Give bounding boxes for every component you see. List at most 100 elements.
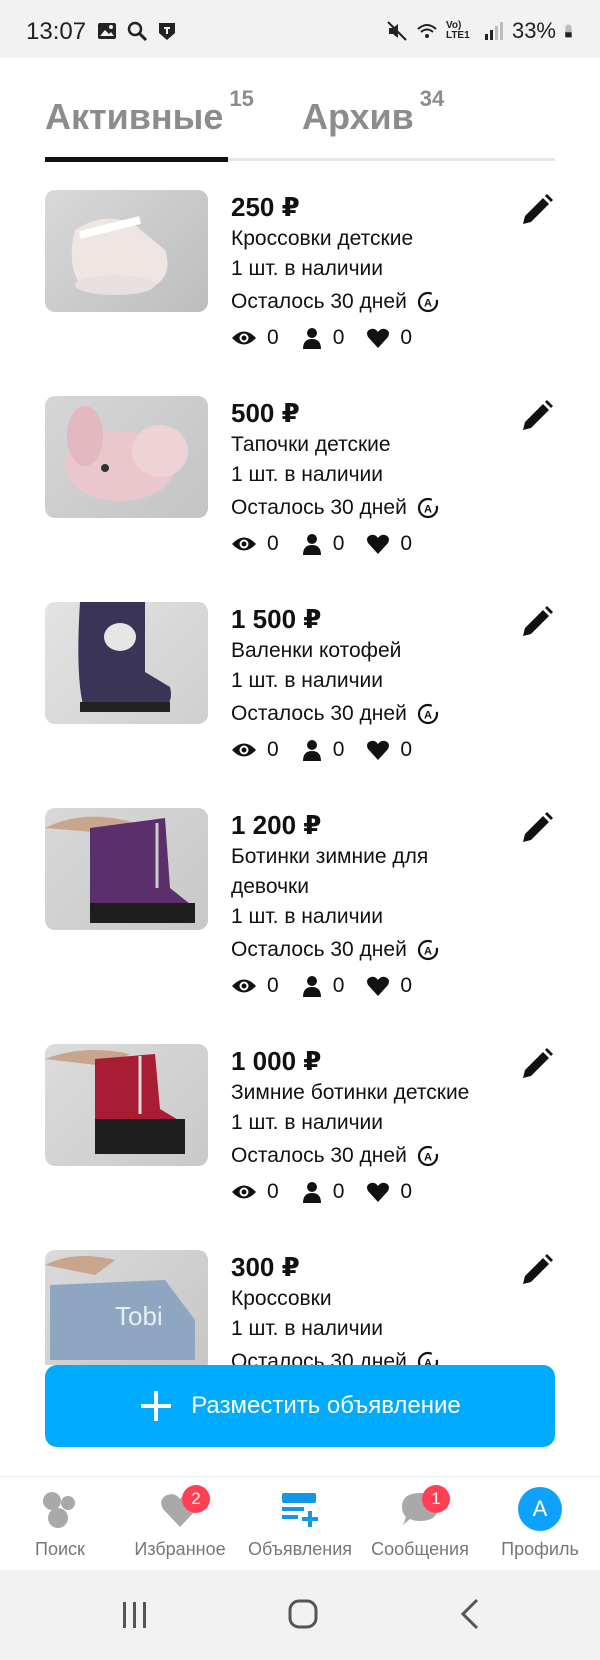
bottom-nav: Поиск 2 Избранное Объявления 1 Сообщения…: [0, 1476, 600, 1570]
listing-stats: 0 0 0: [231, 326, 511, 350]
post-listing-label: Разместить объявление: [191, 1392, 461, 1419]
views-count: 0: [267, 974, 279, 997]
contacts-count: 0: [332, 326, 345, 349]
listing-title[interactable]: Кроссовки: [231, 1284, 511, 1314]
listing-title[interactable]: Кроссовки детские: [231, 224, 511, 254]
svg-text:A: A: [424, 1152, 432, 1164]
autorenew-icon: A: [417, 497, 438, 519]
svg-text:Tobi: Tobi: [115, 1301, 163, 1331]
listings-add-icon: [282, 1493, 318, 1527]
listing-remaining: Осталось 30 дней A: [231, 1138, 511, 1174]
listing-title[interactable]: Валенки котофей: [231, 636, 511, 666]
listing-photo[interactable]: [45, 396, 208, 518]
listing-title[interactable]: Тапочки детские: [231, 430, 511, 460]
listing-stats: 0 0 0: [231, 1180, 511, 1204]
listing-photo[interactable]: [45, 190, 208, 312]
signal-icon: [484, 22, 503, 40]
tab-active[interactable]: Активные 15: [45, 86, 254, 138]
edit-pencil-icon[interactable]: [519, 1046, 555, 1082]
status-bar: 13:07 Vo) LTE1 33%: [0, 0, 600, 58]
contacts-count: 0: [332, 532, 345, 555]
edit-pencil-icon[interactable]: [519, 398, 555, 434]
status-icons-left: [96, 20, 178, 42]
listing-item[interactable]: Tobi 300 ₽ Кроссовки 1 шт. в наличии Ост…: [45, 1250, 555, 1365]
listing-item[interactable]: 250 ₽ Кроссовки детские 1 шт. в наличии …: [45, 190, 555, 370]
listing-price: 1 000 ₽: [231, 1046, 322, 1076]
listing-title[interactable]: Зимние ботинки детские: [231, 1078, 511, 1108]
listing-item[interactable]: 500 ₽ Тапочки детские 1 шт. в наличии Ос…: [45, 396, 555, 576]
heart-icon: [367, 328, 390, 348]
battery-percent: 33%: [511, 18, 556, 43]
back-icon[interactable]: [458, 1597, 482, 1631]
nav-search[interactable]: Поиск: [0, 1477, 120, 1571]
listing-price: 250 ₽: [231, 192, 300, 222]
listing-title[interactable]: Ботинки зимние для: [231, 842, 511, 872]
status-icons-right: Vo) LTE1 33%: [386, 18, 578, 44]
edit-pencil-icon[interactable]: [519, 192, 555, 228]
views-count: 0: [267, 532, 279, 555]
listing-stock: 1 шт. в наличии: [231, 1111, 383, 1134]
listing-photo[interactable]: [45, 602, 208, 724]
eye-icon: [232, 979, 256, 993]
listing-tabs: Активные 15 Архив 34: [45, 86, 555, 162]
recent-apps-icon[interactable]: [120, 1600, 150, 1630]
nav-profile[interactable]: А Профиль: [480, 1477, 600, 1571]
views-count: 0: [267, 738, 279, 761]
autorenew-icon: A: [417, 939, 438, 961]
listing-item[interactable]: 1 500 ₽ Валенки котофей 1 шт. в наличии …: [45, 602, 555, 782]
mute-icon: [387, 21, 407, 41]
listing-photo[interactable]: [45, 808, 208, 930]
eye-icon: [232, 1185, 256, 1199]
listing-remaining-text: Осталось 30 дней: [231, 1350, 407, 1365]
listing-remaining: Осталось 30 дней A: [231, 284, 511, 320]
listing-item[interactable]: 1 000 ₽ Зимние ботинки детские 1 шт. в н…: [45, 1044, 555, 1224]
listing-photo[interactable]: [45, 1044, 208, 1166]
plus-icon: [141, 1391, 172, 1421]
listing-price: 500 ₽: [231, 398, 300, 428]
listing-stats: 0 0 0: [231, 738, 511, 762]
listing-title-line2[interactable]: девочки: [231, 872, 511, 902]
listing-stock: 1 шт. в наличии: [231, 905, 383, 928]
listing-remaining-text: Осталось 30 дней: [231, 496, 407, 519]
nav-listings-label: Объявления: [247, 1539, 353, 1559]
svg-text:A: A: [424, 298, 432, 310]
person-icon: [302, 740, 321, 761]
listing-remaining-text: Осталось 30 дней: [231, 702, 407, 725]
heart-icon: [367, 740, 390, 760]
svg-text:A: A: [424, 504, 432, 516]
messages-badge: 1: [422, 1485, 450, 1513]
svg-text:A: A: [424, 1358, 432, 1366]
tab-archive-count: 34: [419, 86, 445, 111]
nav-profile-label: Профиль: [501, 1539, 579, 1559]
edit-pencil-icon[interactable]: [519, 604, 555, 640]
tab-archive[interactable]: Архив 34: [302, 86, 444, 138]
listing-remaining-text: Осталось 30 дней: [231, 938, 407, 961]
favorites-count: 0: [400, 974, 413, 997]
listing-stock: 1 шт. в наличии: [231, 1317, 383, 1340]
nav-listings[interactable]: Объявления: [240, 1477, 360, 1571]
listing-remaining: Осталось 30 дней A: [231, 696, 511, 732]
contacts-count: 0: [332, 1180, 345, 1203]
listing-photo[interactable]: Tobi: [45, 1250, 208, 1365]
listing-stock: 1 шт. в наличии: [231, 463, 383, 486]
person-icon: [302, 534, 321, 555]
edit-pencil-icon[interactable]: [519, 810, 555, 846]
shield-app-icon: [159, 23, 175, 40]
gallery-icon: [98, 23, 116, 39]
nav-messages[interactable]: 1 Сообщения: [360, 1477, 480, 1571]
edit-pencil-icon[interactable]: [519, 1252, 555, 1288]
listing-stock: 1 шт. в наличии: [231, 669, 383, 692]
status-time: 13:07: [26, 18, 87, 45]
nav-search-label: Поиск: [35, 1539, 85, 1559]
home-icon[interactable]: [287, 1598, 319, 1630]
nav-favorites[interactable]: 2 Избранное: [120, 1477, 240, 1571]
favorites-count: 0: [400, 326, 413, 349]
search-icon: [127, 21, 148, 42]
tab-archive-label: Архив: [302, 96, 414, 137]
listing-item[interactable]: 1 200 ₽ Ботинки зимние для девочки 1 шт.…: [45, 808, 555, 1018]
post-listing-button[interactable]: Разместить объявление: [45, 1365, 555, 1447]
person-icon: [302, 328, 321, 349]
autorenew-icon: A: [417, 1145, 438, 1167]
views-count: 0: [267, 326, 279, 349]
listing-stats: 0 0 0: [231, 974, 511, 998]
